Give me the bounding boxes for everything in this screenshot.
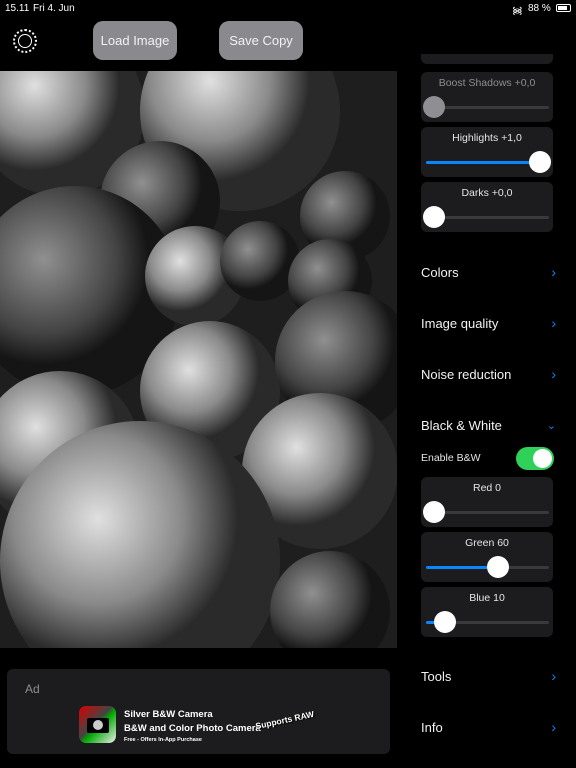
section-label: Noise reduction	[421, 366, 512, 382]
chevron-down-icon: ⌄	[546, 419, 556, 432]
slider-knob[interactable]	[423, 96, 445, 118]
slider-darks[interactable]: Darks +0,0	[421, 182, 553, 232]
section-image-quality[interactable]: Image quality ›	[421, 313, 556, 333]
section-tools[interactable]: Tools ›	[421, 666, 556, 686]
slider-label: Highlights +1,0	[452, 132, 522, 144]
ad-title: Silver B&W Camera	[124, 709, 213, 720]
section-info[interactable]: Info ›	[421, 717, 556, 737]
load-image-button[interactable]: Load Image	[93, 21, 177, 60]
slider-knob[interactable]	[423, 501, 445, 523]
wifi-icon: ᯼	[512, 6, 523, 17]
slider-knob[interactable]	[423, 206, 445, 228]
ad-badge: Supports RAW	[254, 708, 315, 732]
app-icon	[79, 706, 116, 743]
section-label: Image quality	[421, 315, 499, 331]
slider-boost-shadows[interactable]: Boost Shadows +0,0	[421, 72, 553, 122]
slider-label: Green 60	[465, 537, 509, 549]
save-copy-button[interactable]: Save Copy	[219, 21, 303, 60]
photo-preview[interactable]	[0, 71, 397, 648]
slider-label: Darks +0,0	[461, 187, 513, 199]
section-label: Black & White	[421, 417, 502, 433]
slider-label: Blue 10	[469, 592, 505, 604]
slider-highlights[interactable]: Highlights +1,0	[421, 127, 553, 177]
section-colors[interactable]: Colors ›	[421, 262, 556, 282]
status-time: 15.11	[5, 3, 30, 14]
slider-label: Red 0	[472, 482, 502, 494]
chevron-right-icon: ›	[551, 719, 556, 735]
section-black-white[interactable]: Black & White ⌄	[421, 415, 556, 435]
slider-blue[interactable]: Blue 10	[421, 587, 553, 637]
section-label: Colors	[421, 264, 459, 280]
ad-label: Ad	[25, 682, 40, 696]
battery-icon	[556, 4, 571, 12]
slider-knob[interactable]	[529, 151, 551, 173]
chevron-right-icon: ›	[551, 366, 556, 382]
slider-green[interactable]: Green 60	[421, 532, 553, 582]
settings-gear-icon[interactable]	[13, 29, 37, 53]
battery-level: 88 %	[528, 3, 551, 14]
section-label: Tools	[421, 668, 452, 684]
ad-note: Free - Offers In-App Purchase	[124, 737, 202, 743]
chevron-right-icon: ›	[551, 264, 556, 280]
chevron-right-icon: ›	[551, 315, 556, 331]
chevron-right-icon: ›	[551, 668, 556, 684]
slider-knob[interactable]	[487, 556, 509, 578]
slider-red[interactable]: Red 0	[421, 477, 553, 527]
ad-subtitle: B&W and Color Photo Camera	[124, 723, 261, 734]
slider-card-partial	[421, 54, 553, 64]
section-noise-reduction[interactable]: Noise reduction ›	[421, 364, 556, 384]
enable-bw-toggle[interactable]	[516, 447, 554, 470]
status-date: Fri 4. Jun	[33, 3, 75, 14]
ad-banner[interactable]: Ad Silver B&W Camera B&W and Color Photo…	[7, 669, 390, 754]
slider-label: Boost Shadows +0,0	[438, 77, 536, 89]
slider-knob[interactable]	[434, 611, 456, 633]
enable-bw-label: Enable B&W	[421, 452, 481, 464]
section-label: Info	[421, 719, 443, 735]
